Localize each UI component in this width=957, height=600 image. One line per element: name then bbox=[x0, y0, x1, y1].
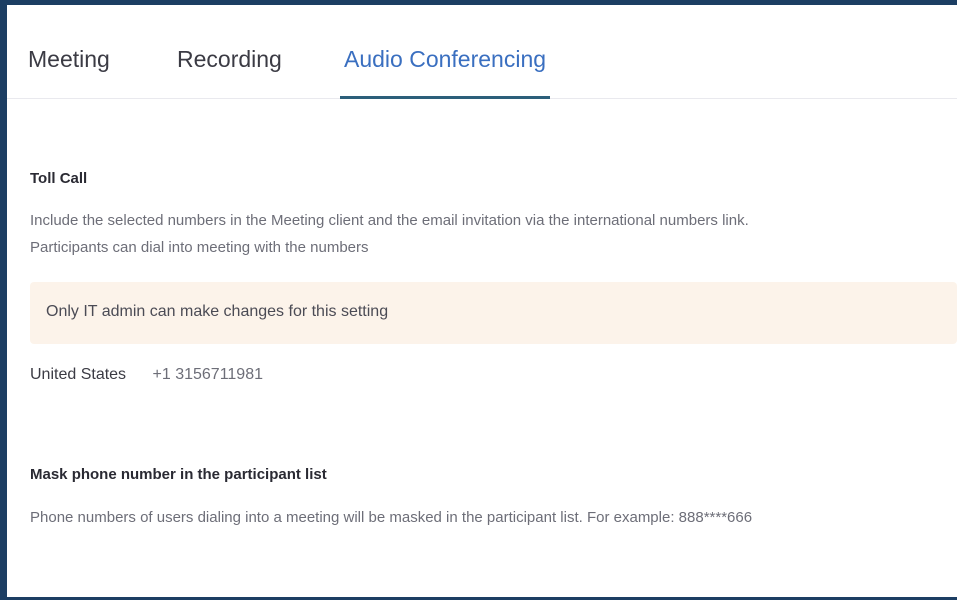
mask-phone-title: Mask phone number in the participant lis… bbox=[30, 466, 327, 483]
toll-call-title: Toll Call bbox=[30, 170, 88, 187]
admin-notice-banner: Only IT admin can make changes for this … bbox=[30, 282, 957, 344]
toll-number-value: +1 3156711981 bbox=[152, 366, 263, 383]
toll-number-country: United States bbox=[30, 366, 127, 383]
window-frame-left bbox=[0, 0, 7, 600]
settings-tab-bar: Meeting Recording Audio Conferencing bbox=[7, 5, 957, 99]
toll-call-description-line1: Include the selected numbers in the Meet… bbox=[30, 212, 749, 229]
admin-notice-text: Only IT admin can make changes for this … bbox=[46, 303, 389, 320]
toll-call-description-line2: Participants can dial into meeting with … bbox=[30, 239, 369, 256]
tab-audio-conferencing[interactable]: Audio Conferencing bbox=[340, 5, 551, 99]
tab-recording-label: Recording bbox=[177, 46, 282, 72]
active-tab-indicator bbox=[340, 96, 551, 99]
tab-meeting[interactable]: Meeting bbox=[28, 5, 110, 98]
toll-number-row: United States +1 3156711981 bbox=[30, 366, 263, 384]
tab-recording[interactable]: Recording bbox=[177, 5, 282, 98]
mask-phone-description: Phone numbers of users dialing into a me… bbox=[30, 509, 753, 526]
tab-meeting-label: Meeting bbox=[28, 46, 110, 72]
tab-audio-conferencing-label: Audio Conferencing bbox=[344, 46, 547, 72]
